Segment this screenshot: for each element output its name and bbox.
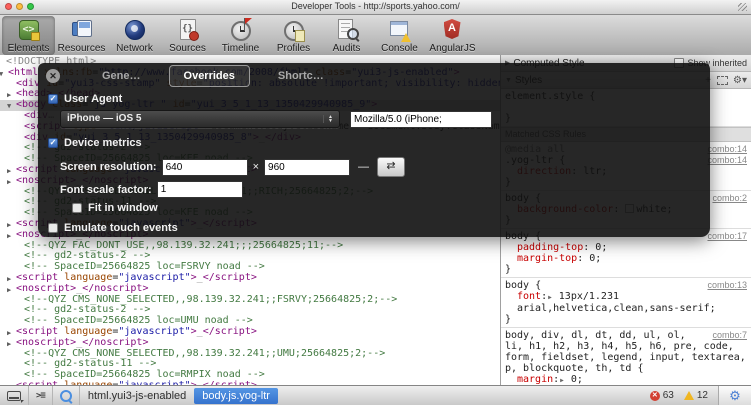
audits-icon [335,18,359,42]
screen-resolution-label: Screen resolution: [60,161,157,173]
console-toggle-button[interactable]: >≡ [29,386,53,405]
statusbar: >≡ html.yui3-js-enabled body.js.yog-ltr ✕… [0,385,751,405]
toolbar-tab-label: Console [381,43,418,54]
settings-gear-button[interactable]: ⚙ [718,386,751,405]
toolbar-tab-label: Profiles [276,43,311,54]
fit-in-window-row: Fit in window [72,202,158,214]
window-title: Developer Tools - http://sports.yahoo.co… [291,1,460,11]
screen-width-input[interactable] [161,158,248,176]
toolbar-tab-label: Sources [169,43,206,54]
toolbar-tab-label: Resources [57,43,106,54]
user-agent-input[interactable] [350,110,492,128]
user-agent-select-value: iPhone — iOS 5 [67,113,142,124]
toolbar-tab-profiles[interactable]: Profiles [267,16,320,55]
toolbar-tabs: <> Elements Resources Network{} Sources Timel… [0,15,751,57]
toolbar-tab-label: Elements [7,43,50,54]
screen-height-input[interactable] [264,158,351,176]
times-separator: × [252,161,260,173]
toolbar-tab-label: AngularJS [429,43,476,54]
element-state-icon[interactable] [717,75,728,85]
resize-grip-icon[interactable] [738,3,747,11]
settings-tab-overrides[interactable]: Overrides [168,65,250,87]
css-source-link[interactable]: combo:14 [707,144,747,154]
settings-tab-gene[interactable]: Gene… [88,66,155,86]
toolbar-tab-console[interactable]: Console [373,16,426,55]
css-source-link[interactable]: combo:2 [712,193,747,203]
device-metrics-row: ✓ Device metrics [48,137,142,149]
profiles-icon [282,18,306,42]
titlebar: Developer Tools - http://sports.yahoo.co… [0,0,751,15]
css-source-link[interactable]: combo:14 [707,155,747,165]
user-agent-checkbox[interactable]: ✓ [48,94,58,104]
breadcrumb-item[interactable]: body.js.yog-ltr [194,387,278,404]
angularjs-icon: A [441,18,465,42]
emulate-touch-row: Emulate touch events [48,222,178,234]
gear-icon: ⚙ [729,387,741,403]
breadcrumb-item[interactable]: html.yui3-js-enabled [80,388,194,404]
timeline-icon [229,18,253,42]
fit-in-window-checkbox[interactable] [72,203,82,213]
resources-icon [70,18,94,42]
select-stepper-icon: ▲ ▼ [323,115,333,124]
toolbar-tab-label: Timeline [221,43,260,54]
toolbar-tab-network[interactable]: Network [108,16,161,55]
css-property[interactable]: margin-top: 0; [505,253,747,264]
user-agent-controls: iPhone — iOS 5 ▲ ▼ [60,110,492,128]
emulate-touch-checkbox[interactable] [48,223,58,233]
css-property[interactable]: font:▶ 13px/1.231 arial,helvetica,clean,… [505,291,747,314]
settings-tabs: ✕ Gene… Overrides Shortc… [38,63,710,89]
toolbar-tab-timeline[interactable]: Timeline [214,16,267,55]
css-rule[interactable]: combo:13 body {font:▶ 13px/1.231 arial,he… [501,278,751,328]
emulate-touch-label: Emulate touch events [64,222,178,234]
close-settings-icon[interactable]: ✕ [46,69,60,83]
magnifier-icon [59,389,72,402]
network-icon [123,18,147,42]
css-source-link[interactable]: combo:17 [707,231,747,241]
dash-separator: — [358,161,370,173]
toolbar-tab-label: Network [116,43,153,54]
toolbar-tab-label: Audits [332,43,361,54]
toolbar-tab-elements[interactable]: <> Elements [2,16,55,55]
toolbar-tab-sources[interactable]: {} Sources [161,16,214,55]
overrides-pane: ✓ User Agent iPhone — iOS 5 ▲▼ ✓ Device … [38,89,710,237]
swap-dimensions-button[interactable]: ⇄ [377,157,406,177]
error-count[interactable]: 63 [663,390,674,401]
dock-icon [7,390,21,401]
css-source-link[interactable]: combo:7 [712,330,747,340]
font-scale-input[interactable] [156,181,243,198]
css-rule[interactable]: combo:7 body, div, dl, dt, dd, ul, ol, li… [501,328,751,386]
console-icon [388,18,412,42]
device-metrics-checkbox[interactable]: ✓ [48,138,58,148]
css-property[interactable]: padding-top: 0; [505,242,747,253]
user-agent-label: User Agent [64,93,123,105]
elements-icon: <> [17,18,41,42]
error-count-icon[interactable]: ✕ [649,390,660,401]
user-agent-row: ✓ User Agent [48,93,122,105]
settings-overlay: ✕ Gene… Overrides Shortc… ✓ User Agent iPh… [38,63,710,237]
warning-count[interactable]: 12 [697,390,708,401]
font-scale-row: Font scale factor: [60,181,243,198]
toolbar-tab-audits[interactable]: Audits [320,16,373,55]
sources-icon: {} [176,18,200,42]
inspect-element-button[interactable] [53,386,80,405]
screen-resolution-row: Screen resolution: × — ⇄ [60,157,406,177]
devtools-window: Developer Tools - http://sports.yahoo.co… [0,0,751,405]
settings-tab-shortc[interactable]: Shortc… [264,66,338,86]
font-scale-label: Font scale factor: [60,183,152,196]
styles-gear-icon[interactable]: ⚙▾ [733,75,747,86]
user-agent-select[interactable]: iPhone — iOS 5 ▲ ▼ [60,110,340,128]
css-source-link[interactable]: combo:13 [707,280,747,290]
toolbar-tab-angularjs[interactable]: A AngularJS [426,16,479,55]
warning-count-icon[interactable] [683,391,694,400]
toolbar-tab-resources[interactable]: Resources [55,16,108,55]
dock-toggle-button[interactable] [0,386,29,405]
console-prompt-icon: >≡ [36,390,46,401]
breadcrumb: html.yui3-js-enabled body.js.yog-ltr [80,387,278,404]
device-metrics-label: Device metrics [64,137,142,149]
fit-in-window-label: Fit in window [88,202,158,214]
